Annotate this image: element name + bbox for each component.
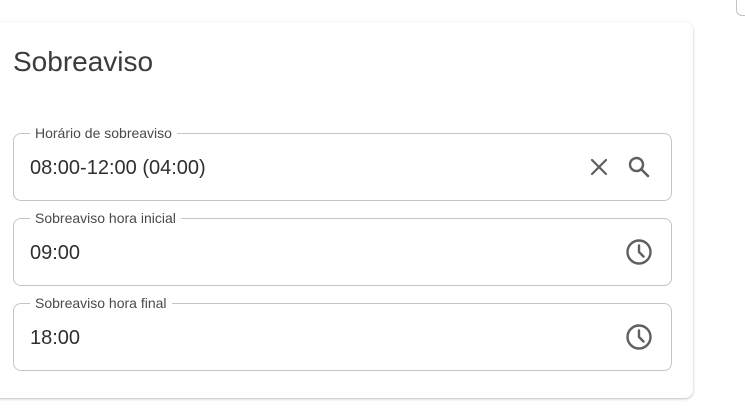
- adjacent-panel-edge: [736, 0, 745, 16]
- hora-inicial-field[interactable]: Sobreaviso hora inicial 09:00: [13, 209, 672, 286]
- hora-inicial-value[interactable]: 09:00: [30, 241, 80, 265]
- search-icon[interactable]: [624, 152, 654, 182]
- horario-sobreaviso-label: Horário de sobreaviso: [30, 124, 177, 142]
- page: Sobreaviso Horário de sobreaviso 08:00-1…: [0, 0, 745, 420]
- hora-inicial-label: Sobreaviso hora inicial: [30, 209, 181, 227]
- horario-sobreaviso-value[interactable]: 08:00-12:00 (04:00): [30, 156, 206, 180]
- hora-final-value[interactable]: 18:00: [30, 326, 80, 350]
- section-title: Sobreaviso: [13, 46, 154, 77]
- clock-icon[interactable]: [624, 322, 654, 352]
- horario-sobreaviso-field[interactable]: Horário de sobreaviso 08:00-12:00 (04:00…: [13, 124, 672, 201]
- hora-final-field[interactable]: Sobreaviso hora final 18:00: [13, 294, 672, 371]
- close-icon[interactable]: [584, 152, 614, 182]
- clock-icon[interactable]: [624, 237, 654, 267]
- hora-final-label: Sobreaviso hora final: [30, 294, 172, 312]
